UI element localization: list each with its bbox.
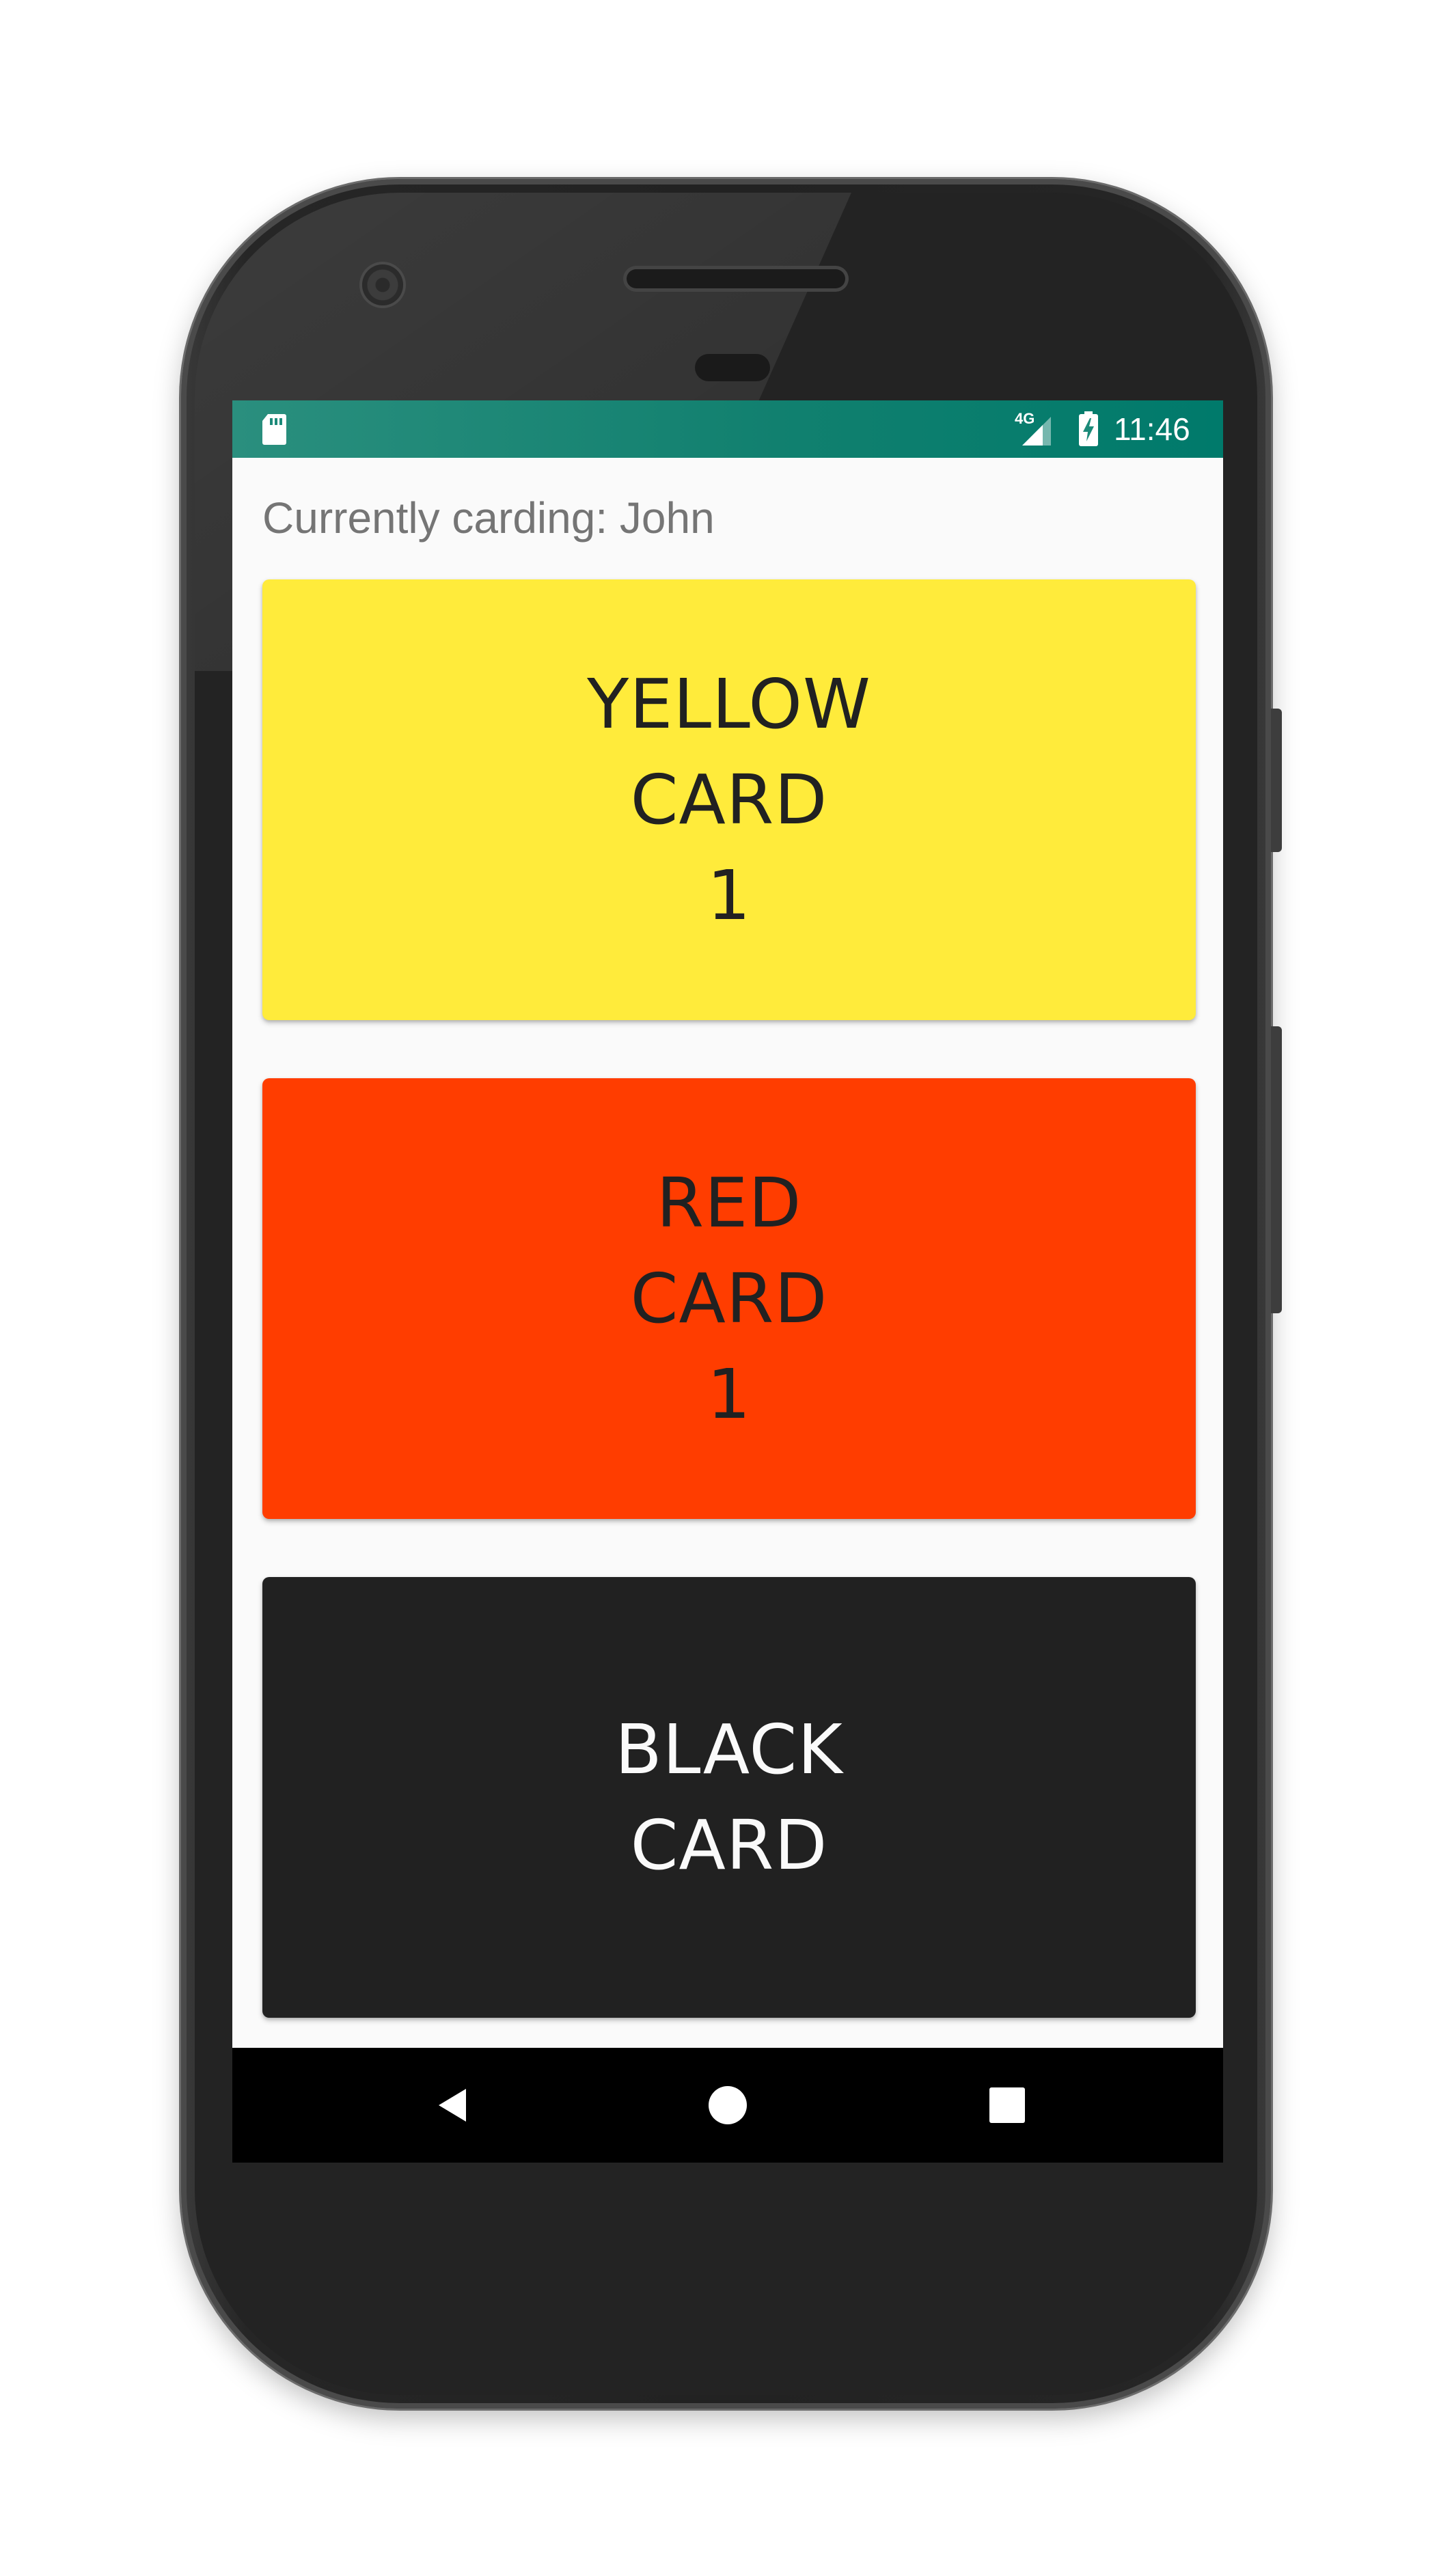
power-button [1271,709,1282,852]
back-icon[interactable] [430,2083,474,2127]
black-card-line1: BLACK [615,1709,843,1790]
red-card-line1: RED [656,1162,802,1243]
cell-signal-icon [1022,417,1051,446]
earpiece-speaker [627,269,845,288]
yellow-card-line2: CARD [630,759,828,840]
status-bar: 4G 11:46 [232,400,1223,458]
red-card-count: 1 [707,1354,752,1434]
status-clock: 11:46 [1114,411,1190,447]
currently-carding-label: Currently carding: John [262,493,715,543]
yellow-card-count: 1 [707,855,752,935]
black-card-button[interactable]: BLACK CARD [262,1577,1196,2018]
phone-screen: 4G 11:46 Currently carding: John YELLOW … [232,400,1223,2163]
proximity-sensor [695,354,770,381]
home-icon[interactable] [706,2083,750,2127]
recents-icon[interactable] [985,2083,1029,2127]
red-card-text: RED CARD 1 [631,1155,828,1442]
front-camera [362,264,403,305]
yellow-card-button[interactable]: YELLOW CARD 1 [262,579,1196,1020]
red-card-line2: CARD [630,1258,828,1339]
red-card-button[interactable]: RED CARD 1 [262,1078,1196,1519]
battery-charging-icon [1079,411,1098,446]
yellow-card-text: YELLOW CARD 1 [587,657,871,944]
sd-card-icon [262,414,286,445]
black-card-text: BLACK CARD [615,1702,843,1893]
yellow-card-line1: YELLOW [587,663,871,744]
black-card-line2: CARD [630,1805,828,1885]
app-content: Currently carding: John YELLOW CARD 1 RE… [232,458,1223,2105]
volume-button [1271,1026,1282,1313]
navigation-bar [232,2048,1223,2163]
